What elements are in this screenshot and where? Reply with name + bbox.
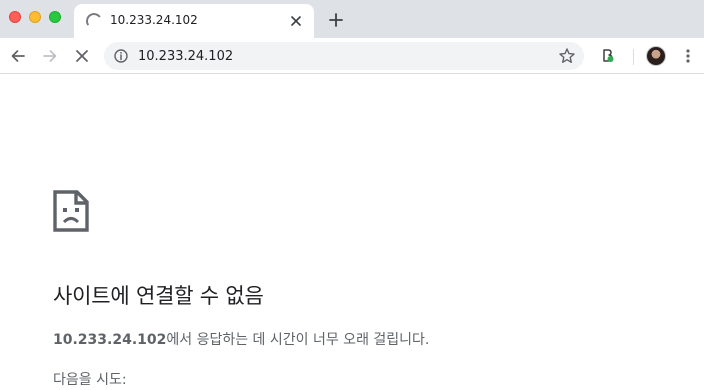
error-message-text: 에서 응답하는 데 시간이 너무 오래 걸립니다. xyxy=(166,332,430,348)
url-text[interactable]: 10.233.24.102 xyxy=(138,49,233,64)
error-heading: 사이트에 연결할 수 없음 xyxy=(53,284,264,308)
suggestions-label: 다음을 시도: xyxy=(53,372,127,388)
tab-strip: 10.233.24.102 xyxy=(0,0,704,38)
browser-window: 10.233.24.102 10.233.24.102 사이트에 연결할 수 없… xyxy=(0,0,704,390)
toolbar-separator xyxy=(633,49,634,65)
star-icon[interactable] xyxy=(558,47,576,65)
forward-button[interactable] xyxy=(40,46,60,66)
broken-page-icon xyxy=(53,190,89,232)
tab-title: 10.233.24.102 xyxy=(110,13,198,27)
close-icon xyxy=(291,16,301,26)
window-close-button[interactable] xyxy=(9,11,21,23)
browser-menu-button[interactable] xyxy=(678,46,698,66)
arrow-left-icon xyxy=(11,50,25,62)
close-icon xyxy=(76,50,88,62)
new-tab-button[interactable] xyxy=(326,10,346,30)
tab-close-button[interactable] xyxy=(288,13,304,29)
loading-spinner-icon xyxy=(84,11,104,31)
more-vert-icon xyxy=(686,49,690,63)
plus-icon xyxy=(329,13,343,27)
extension-icon xyxy=(603,49,614,62)
error-page: 사이트에 연결할 수 없음 10.233.24.102에서 응답하는 데 시간이… xyxy=(0,75,704,390)
arrow-right-icon xyxy=(43,50,57,62)
window-minimize-button[interactable] xyxy=(29,11,41,23)
toolbar: 10.233.24.102 xyxy=(0,38,704,74)
back-button[interactable] xyxy=(8,46,28,66)
error-host: 10.233.24.102 xyxy=(53,332,167,348)
profile-avatar[interactable] xyxy=(646,46,666,66)
address-bar[interactable]: 10.233.24.102 xyxy=(104,42,584,70)
tab-active[interactable]: 10.233.24.102 xyxy=(74,4,314,38)
info-icon[interactable] xyxy=(114,49,128,63)
error-message: 10.233.24.102에서 응답하는 데 시간이 너무 오래 걸립니다. xyxy=(53,329,429,349)
extension-button[interactable] xyxy=(598,46,618,66)
stop-loading-button[interactable] xyxy=(72,46,92,66)
window-maximize-button[interactable] xyxy=(49,11,61,23)
